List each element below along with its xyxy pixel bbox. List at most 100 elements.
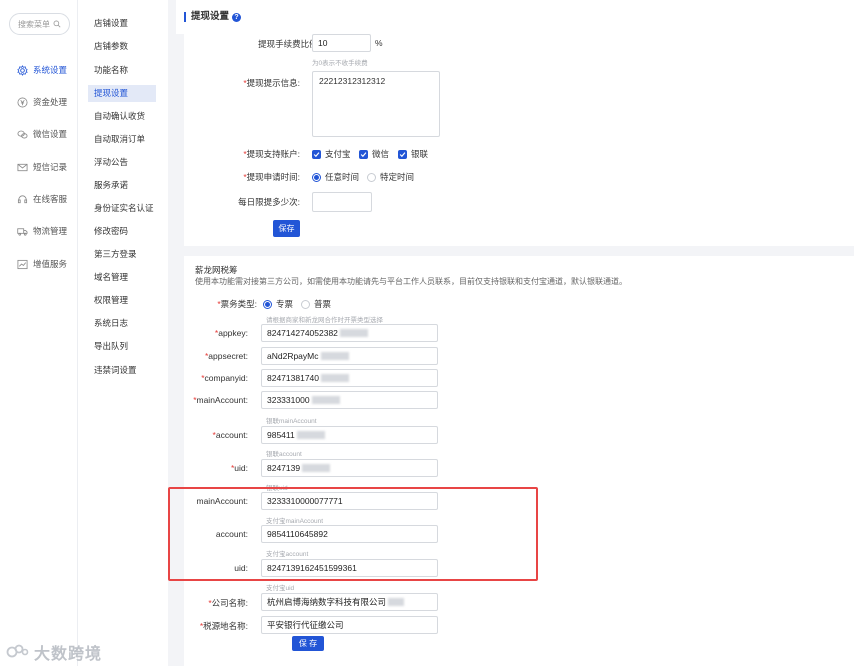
submenu-item[interactable]: 第三方登录 [88,246,156,263]
menu-search-input[interactable]: 搜索菜单 [9,13,70,35]
radio-normal-ticket[interactable]: 普票 [301,298,331,310]
tax-settings-card: 薪龙网税筹 使用本功能需对接第三方公司，如需使用本功能请先与平台工作人员联系，目… [184,256,854,666]
appkey-input[interactable]: 824714274052382 [261,324,438,342]
settings-submenu: 店铺设置 店铺参数 功能名称 提现设置 自动确认收货 自动取消订单 浮动公告 服… [78,0,168,666]
checkbox-alipay[interactable]: 支付宝 [312,148,351,160]
submenu-item[interactable]: 店铺参数 [88,38,156,55]
fee-unit: % [375,38,383,48]
submenu-item[interactable]: 服务承诺 [88,177,156,194]
tax-save-button[interactable]: 保 存 [292,636,324,651]
watermark: 大数跨境 [6,640,102,664]
sidebar-item-wechat[interactable]: 微信设置 [0,124,78,144]
companyid-input[interactable]: 82471381740 [261,369,438,387]
gear-icon [17,64,28,76]
checkbox-wechat[interactable]: 微信 [359,148,389,160]
companyid-label: *companyid: [201,373,248,383]
fee-label: 提现手续费比例: [258,39,320,49]
account-label: *account: [212,430,248,440]
withdraw-save-button[interactable]: 保存 [273,220,300,237]
watermark-logo-icon [6,644,29,658]
withdraw-settings-card: 提现手续费比例: 10 % 为0表示不收手续费 *提现提示信息: 2221231… [184,34,854,246]
yen-icon [17,97,28,107]
section-description: 使用本功能需对接第三方公司，如需使用本功能请先与平台工作人员联系，目前仅支持银联… [195,277,627,286]
sidebar-item-sms[interactable]: 短信记录 [0,157,78,177]
checkbox-checked-icon [398,149,407,159]
headset-icon [17,194,28,203]
submenu-item[interactable]: 修改密码 [88,223,156,240]
submenu-item[interactable]: 浮动公告 [88,154,156,171]
checkbox-checked-icon [359,149,368,159]
sidebar-item-label: 物流管理 [33,226,68,236]
submenu-item[interactable]: 自动确认收货 [88,108,156,125]
help-icon[interactable]: ? [232,12,242,22]
truck-icon [17,227,28,236]
sidebar-item-label: 增值服务 [33,259,68,269]
appsecret-input[interactable]: aNd2RpayMc [261,347,438,365]
checkbox-checked-icon [312,149,321,159]
radio-selected-icon [263,299,272,309]
wechat-icon [17,130,28,138]
page-header: 提现设置 ? [176,0,854,34]
chart-icon [17,259,28,269]
radio-unselected-icon [367,172,376,182]
submenu-item-withdraw-settings[interactable]: 提现设置 [88,85,156,102]
daily-limit-input[interactable] [312,192,372,212]
account-input[interactable]: 985411 [261,426,438,444]
red-highlight-box [168,487,538,581]
submenu-item[interactable]: 功能名称 [88,62,156,79]
sidebar-item-funds[interactable]: 资金处理 [0,92,78,112]
sidebar-item-label: 在线客服 [33,194,68,204]
redacted-blur [339,329,368,337]
redacted-blur [296,431,325,439]
appkey-label: *appkey: [214,328,248,338]
mainaccount-hint: 银联mainAccount [266,418,317,425]
daily-label: 每日限提多少次: [238,197,300,207]
sidebar-item-label: 系统设置 [33,65,68,75]
page-title: 提现设置 ? [184,12,242,22]
submenu-item[interactable]: 自动取消订单 [88,131,156,148]
radio-any-time[interactable]: 任意时间 [312,171,359,183]
submenu-item[interactable]: 域名管理 [88,269,156,286]
radio-special-ticket[interactable]: 专票 [263,298,293,310]
appsecret-label: *appsecret: [204,351,248,361]
submenu-item[interactable]: 身份证实名认证 [88,200,156,217]
redacted-blur [321,374,350,382]
submenu-item[interactable]: 导出队列 [88,338,156,355]
mail-icon [17,163,28,171]
tax-place-label: *税源地名称: [199,621,248,631]
sidebar-item-system-settings[interactable]: 系统设置 [0,60,78,80]
sidebar-item-label: 短信记录 [33,162,68,172]
tip-textarea[interactable]: 22212312312312 [312,71,440,137]
submenu-item[interactable]: 违禁词设置 [88,362,156,379]
ticket-hint: 请根据商家和新龙网合作时开票类型选择 [266,317,383,324]
redacted-blur [388,598,405,606]
submenu-item[interactable]: 店铺设置 [88,15,156,32]
radio-specific-time[interactable]: 特定时间 [367,171,414,183]
mainaccount-label: *mainAccount: [193,395,248,405]
fee-rate-input[interactable]: 10 [312,34,371,52]
checkbox-unionpay[interactable]: 银联 [398,148,428,160]
section-title: 薪龙网税筹 [195,265,238,275]
tip-label: *提现提示信息: [243,78,300,88]
ticket-type-label: *票务类型: [217,299,257,309]
company-name-input[interactable]: 杭州启博海纳数字科技有限公司 [261,593,438,611]
sidebar-item-label: 微信设置 [33,129,68,139]
submenu-item[interactable]: 系统日志 [88,315,156,332]
alipay-uid-hint: 支付宝uid [266,585,295,592]
time-label: *提现申请时间: [243,172,300,182]
sidebar-item-label: 资金处理 [33,97,68,107]
redacted-blur [311,396,340,404]
mainaccount-input[interactable]: 323331000 [261,391,438,409]
tax-place-input[interactable]: 平安银行代征缴公司 [261,616,438,634]
left-sidebar: 搜索菜单 系统设置 资金处理 微信设置 短信记录 在线客服 物流管理 增值服务 [0,0,78,666]
radio-unselected-icon [301,299,310,309]
redacted-blur [302,464,331,472]
sidebar-item-online-service[interactable]: 在线客服 [0,189,78,209]
uid-input[interactable]: 8247139 [261,459,438,477]
sidebar-item-value-added[interactable]: 增值服务 [0,254,78,274]
radio-selected-icon [312,172,321,182]
search-placeholder: 搜索菜单 [18,19,50,29]
sidebar-item-logistics[interactable]: 物流管理 [0,221,78,241]
submenu-item[interactable]: 权限管理 [88,292,156,309]
fee-hint: 为0表示不收手续费 [312,60,368,67]
